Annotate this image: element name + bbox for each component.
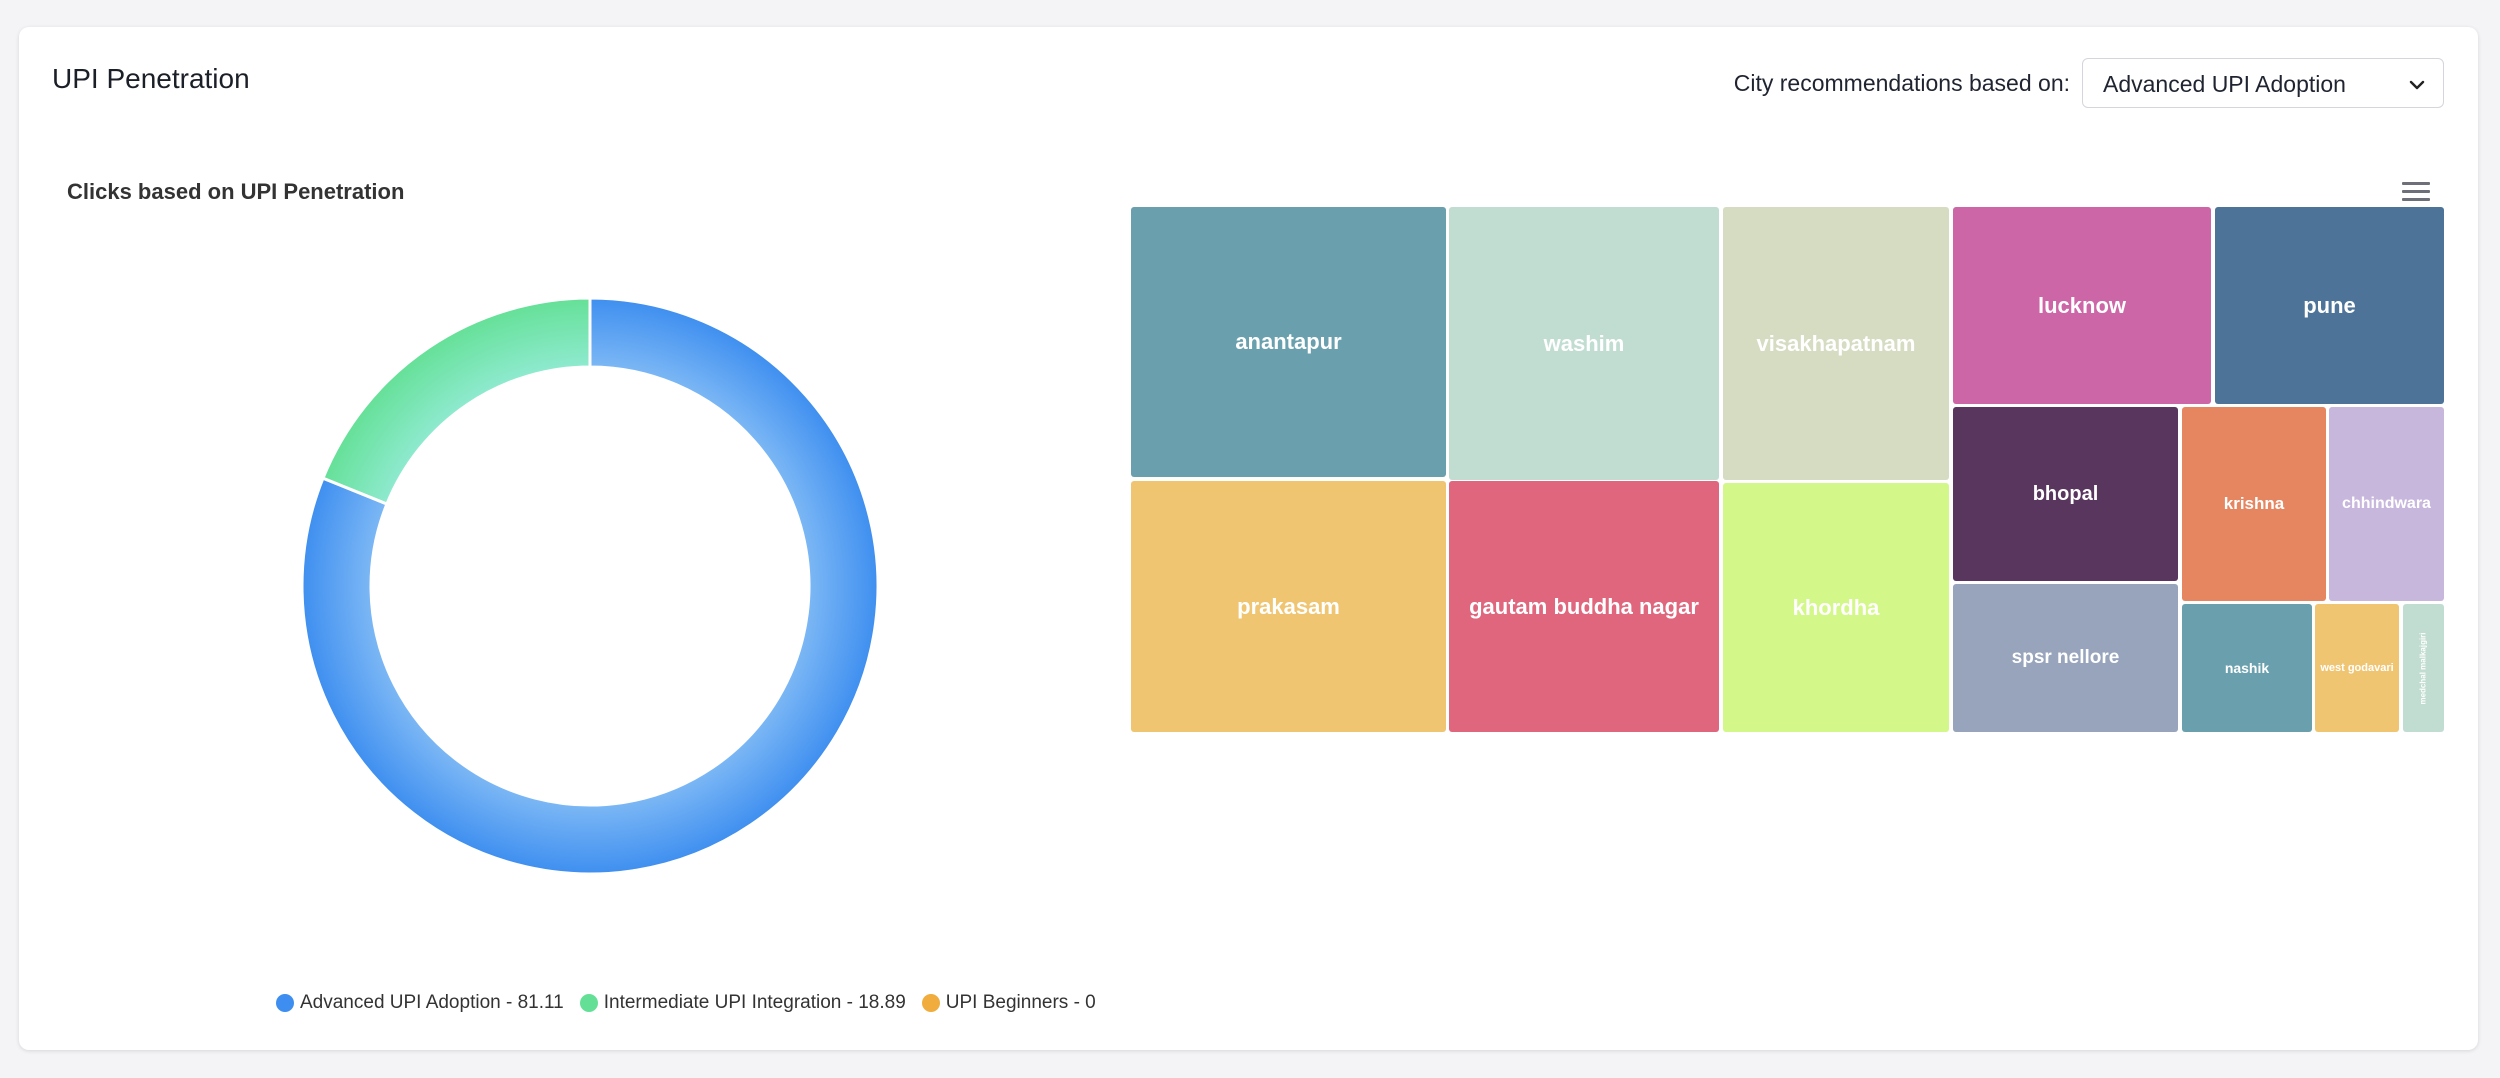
treemap-tile-label: prakasam [1237,593,1340,619]
treemap-tile-khordha[interactable]: khordha [1723,483,1949,732]
treemap-tile-washim[interactable]: washim [1449,207,1719,480]
treemap-tile-label: krishna [2223,494,2285,513]
treemap-tile-label: washim [1543,330,1625,356]
treemap-tile-krishna[interactable]: krishna [2182,407,2326,601]
treemap-tile-label: khordha [1792,594,1880,620]
chart-legend: Advanced UPI Adoption - 81.11 Intermediat… [276,990,1112,1016]
treemap-tile-nashik[interactable]: nashik [2182,604,2312,732]
legend-marker-icon [579,994,598,1012]
legend-marker-icon [921,994,940,1012]
donut-slice-intermediate-upi-integration[interactable] [321,296,592,506]
treemap-tile-label: lucknow [2037,292,2126,318]
legend-marker-icon [276,994,294,1012]
treemap-tile-label: nashik [2224,660,2270,676]
treemap-tile-prakasam[interactable]: prakasam [1131,481,1446,732]
treemap-tile-spsr-nellore[interactable]: spsr nellore [1953,584,2178,732]
treemap-tile-west-godavari[interactable]: west godavari [2315,604,2399,732]
chart-menu-button[interactable] [2402,182,2430,204]
legend-item[interactable]: Intermediate UPI Integration - 18.89 [579,992,906,1014]
treemap-tile-gautam-buddha-nagar[interactable]: gautam buddha nagar [1449,481,1719,732]
treemap-tile-label: anantapur [1235,329,1342,354]
treemap-tile-label: spsr nellore [2011,647,2120,668]
legend-item[interactable]: Advanced UPI Adoption - 81.11 [276,992,564,1014]
treemap-tile-label: bhopal [2032,482,2099,505]
legend-label: UPI Beginners - 0 [945,992,1096,1013]
treemap-tile-anantapur[interactable]: anantapur [1131,207,1446,477]
recommendation-selected-value: Advanced UPI Adoption [2103,71,2346,97]
treemap-tile-chhindwara[interactable]: chhindwara [2329,407,2444,601]
donut-chart [300,296,880,876]
treemap-tile-label: gautam buddha nagar [1469,593,1699,619]
treemap-tile-lucknow[interactable]: lucknow [1953,207,2211,404]
treemap-tile-label: pune [2303,292,2356,318]
treemap-tile-label: visakhapatnam [1756,330,1916,356]
legend-item[interactable]: UPI Beginners - 0 [921,992,1096,1014]
chevron-down-icon [2409,80,2425,90]
recommendation-label: City recommendations based on: [1733,70,2070,96]
treemap-tile-label: medchal malkajgiri [2419,631,2428,705]
treemap-tile-label: chhindwara [2342,495,2431,512]
legend-label: Intermediate UPI Integration - 18.89 [603,992,906,1013]
chart-title: Clicks based on UPI Penetration [67,179,405,204]
treemap-tile-bhopal[interactable]: bhopal [1953,407,2178,581]
recommendation-select[interactable]: Advanced UPI Adoption [2082,58,2444,108]
treemap-tile-medchal-malkajgiri[interactable]: medchal malkajgiri [2403,604,2444,732]
page-title: UPI Penetration [52,63,250,94]
treemap-tile-label: west godavari [2320,662,2394,674]
treemap-tile-pune[interactable]: pune [2215,207,2444,404]
treemap-tile-visakhapatnam[interactable]: visakhapatnam [1723,207,1949,480]
legend-label: Advanced UPI Adoption - 81.11 [300,992,564,1013]
